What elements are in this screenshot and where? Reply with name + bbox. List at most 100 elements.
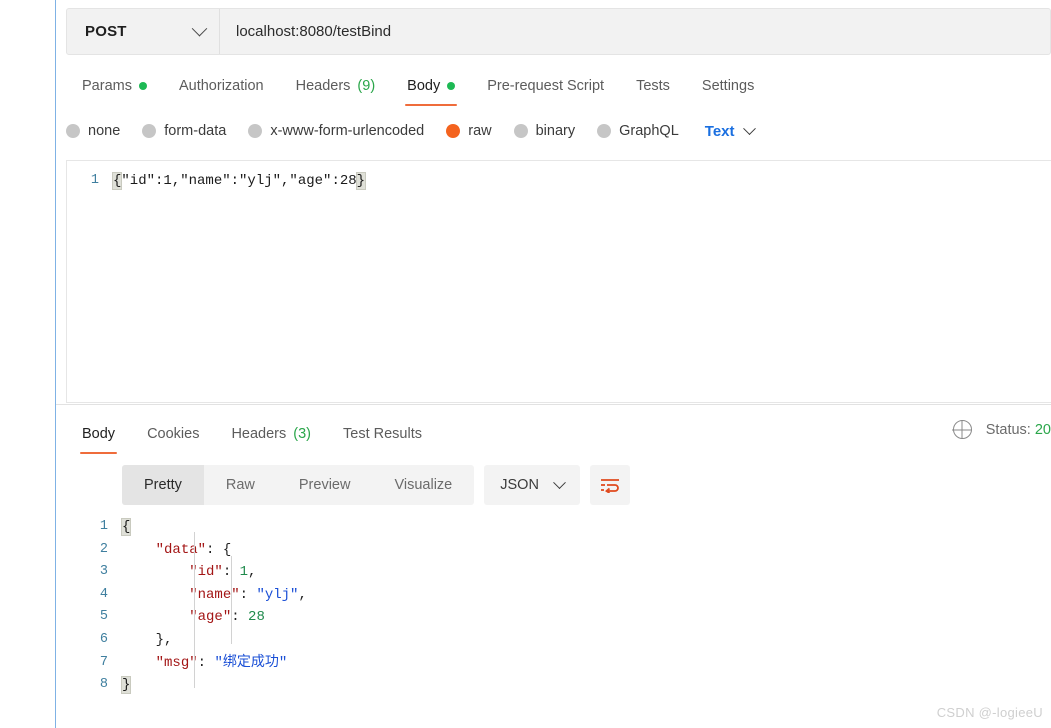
modified-dot-icon — [447, 82, 456, 90]
line-number: 8 — [99, 677, 108, 693]
code-line: 7 "msg": "绑定成功" — [66, 652, 1051, 675]
request-tab-pre-request-script[interactable]: Pre-request Script — [471, 68, 620, 104]
code-token: "msg" — [155, 654, 198, 671]
tab-label: Test Results — [343, 426, 422, 442]
response-code-text: } — [120, 674, 132, 697]
status-text: Status: 20 — [986, 422, 1051, 438]
code-line: 1{ — [66, 516, 1051, 539]
line-number: 5 — [99, 609, 108, 625]
chevron-down-icon — [553, 475, 566, 489]
tab-label: Pre-request Script — [487, 78, 605, 94]
tab-label: Settings — [701, 78, 755, 94]
response-tab-cookies[interactable]: Cookies — [131, 416, 215, 452]
code-line: 3 "id": 1, — [66, 561, 1051, 584]
tab-label: Cookies — [147, 426, 200, 442]
raw-format-selector[interactable]: Text — [704, 121, 756, 140]
code-token: , — [164, 631, 173, 648]
word-wrap-icon — [600, 479, 619, 493]
watermark: CSDN @-logieeU — [936, 705, 1043, 720]
radio-icon[interactable] — [513, 124, 528, 138]
code-token: , — [248, 564, 257, 581]
http-method-label: POST — [85, 23, 127, 40]
body-type-x-www-form-urlencoded[interactable]: x-www-form-urlencoded — [248, 123, 424, 139]
main-content: POST localhost:8080/testBind Params Autho… — [56, 0, 1051, 728]
tab-label: Authorization — [178, 78, 264, 94]
body-type-label: x-www-form-urlencoded — [270, 123, 425, 139]
line-number: 7 — [99, 654, 108, 670]
response-tab-body[interactable]: Body — [66, 416, 131, 454]
response-tab-headers[interactable]: Headers (3) — [215, 416, 327, 452]
request-tab-headers[interactable]: Headers (9) — [280, 68, 392, 104]
response-code-text: "data": { — [122, 539, 232, 562]
request-tab-params[interactable]: Params — [66, 68, 163, 104]
code-token: , — [298, 586, 307, 603]
code-token: } — [155, 631, 165, 648]
radio-icon[interactable] — [446, 124, 461, 138]
code-token: 28 — [248, 609, 265, 626]
code-token: "ylj" — [256, 586, 299, 603]
body-type-raw[interactable]: raw — [446, 123, 492, 139]
http-method-selector[interactable]: POST — [67, 9, 220, 54]
code-line: 4 "name": "ylj", — [66, 584, 1051, 607]
code-line: 2 "data": { — [66, 539, 1051, 562]
tab-count: (9) — [357, 78, 376, 94]
radio-icon[interactable] — [248, 124, 263, 138]
body-type-form-data[interactable]: form-data — [142, 123, 226, 139]
close-brace: } — [355, 172, 367, 190]
modified-dot-icon — [138, 82, 147, 90]
view-mode-raw[interactable]: Raw — [204, 465, 277, 505]
tab-label: Body — [82, 426, 116, 442]
code-token: "data" — [155, 541, 207, 558]
response-code-text: "name": "ylj", — [122, 584, 307, 607]
request-tab-authorization[interactable]: Authorization — [163, 68, 280, 104]
line-number: 2 — [99, 541, 108, 557]
response-body-viewer[interactable]: 1{2 "data": {3 "id": 1, 4 "name": "ylj", 5… — [66, 516, 1051, 716]
code-token: } — [120, 676, 132, 695]
view-mode-visualize[interactable]: Visualize — [372, 465, 474, 505]
radio-icon[interactable] — [597, 124, 612, 138]
url-value: localhost:8080/testBind — [236, 23, 392, 40]
status-code: 20 — [1034, 421, 1051, 438]
response-code-text: { — [120, 516, 132, 539]
code-line: 6 }, — [66, 629, 1051, 652]
chevron-down-icon — [191, 20, 208, 37]
body-type-label: none — [88, 123, 121, 139]
response-format-selector[interactable]: JSON — [484, 465, 580, 505]
view-mode-pretty[interactable]: Pretty — [122, 465, 204, 505]
code-token: : — [239, 586, 257, 603]
code-token: : — [206, 541, 223, 558]
radio-icon[interactable] — [66, 124, 80, 138]
tab-label: Params — [82, 78, 132, 94]
request-body-code: {"id":1,"name":"ylj","age":28} — [111, 170, 367, 192]
request-body-content: "id":1,"name":"ylj","age":28 — [121, 173, 357, 189]
response-code-text: "id": 1, — [122, 561, 256, 584]
raw-format-label: Text — [704, 122, 735, 140]
request-body-editor[interactable]: 1 {"id":1,"name":"ylj","age":28} — [66, 160, 1051, 403]
body-type-none[interactable]: none — [66, 123, 120, 139]
tab-label: Body — [407, 78, 441, 94]
code-token: : — [231, 609, 249, 626]
request-tab-body[interactable]: Body — [391, 68, 471, 106]
body-type-label: GraphQL — [619, 123, 679, 139]
code-token: "name" — [189, 586, 240, 603]
request-tab-settings[interactable]: Settings — [686, 68, 770, 104]
view-mode-preview[interactable]: Preview — [277, 465, 373, 505]
body-type-binary[interactable]: binary — [513, 123, 575, 139]
word-wrap-button[interactable] — [589, 465, 630, 505]
radio-icon[interactable] — [142, 124, 157, 138]
response-tab-test-results[interactable]: Test Results — [327, 416, 438, 452]
response-format-label: JSON — [500, 477, 539, 493]
left-gutter — [0, 0, 55, 728]
postman-window: POST localhost:8080/testBind Params Autho… — [0, 0, 1051, 728]
request-tabs: Params Authorization Headers (9) Body Pre-req… — [66, 68, 1051, 106]
response-code-text: "msg": "绑定成功" — [122, 652, 288, 675]
request-tab-tests[interactable]: Tests — [620, 68, 686, 104]
line-number: 1 — [99, 519, 108, 534]
code-token: { — [222, 541, 232, 558]
body-type-label: raw — [468, 123, 492, 139]
tab-count: (3) — [293, 426, 311, 442]
code-token: "age" — [189, 609, 232, 626]
body-type-graphql[interactable]: GraphQL — [597, 123, 679, 139]
url-input[interactable]: localhost:8080/testBind — [220, 9, 1050, 54]
line-number: 1 — [90, 173, 99, 188]
